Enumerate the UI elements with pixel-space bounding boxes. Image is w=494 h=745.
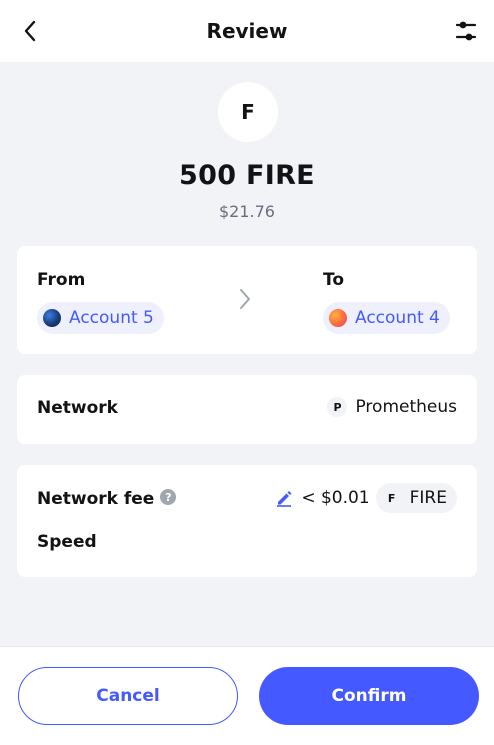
fee-token-pill[interactable]: F FIRE (375, 483, 457, 513)
to-account-pill[interactable]: Account 4 (323, 302, 450, 334)
sliders-icon (455, 21, 477, 41)
settings-button[interactable] (450, 15, 482, 47)
fee-card: Network fee? < $0.01 F FIRE Speed (17, 465, 477, 577)
network-value: P Prometheus (327, 397, 457, 417)
account-avatar-icon (43, 309, 61, 327)
page-title: Review (206, 19, 288, 43)
confirm-button[interactable]: Confirm (259, 667, 479, 725)
header: Review (0, 0, 494, 62)
to-label: To (323, 270, 345, 290)
back-button[interactable] (14, 16, 46, 46)
network-label: Network (37, 398, 118, 418)
fee-token-symbol: FIRE (409, 488, 447, 508)
speed-label: Speed (37, 532, 97, 552)
to-account-name: Account 4 (355, 308, 440, 328)
account-avatar-icon (329, 309, 347, 327)
chevron-right-icon (240, 289, 250, 309)
accounts-card: From Account 5 To Account 4 (17, 246, 477, 354)
info-icon[interactable]: ? (160, 489, 177, 505)
from-label: From (37, 270, 86, 290)
network-card: Network P Prometheus (17, 375, 477, 444)
network-name: Prometheus (355, 397, 457, 417)
from-account-pill[interactable]: Account 5 (37, 302, 164, 334)
network-fee-label: Network fee? (37, 489, 177, 509)
pencil-icon (277, 491, 292, 507)
network-fee-text: Network fee (37, 489, 155, 509)
token-badge-icon: F (381, 488, 402, 508)
token-avatar: F (218, 82, 278, 142)
chevron-left-icon (24, 20, 36, 42)
fee-amount: < $0.01 (301, 488, 370, 508)
transfer-amount: 500 FIRE (179, 160, 315, 191)
edit-gas-button[interactable] (275, 489, 293, 507)
footer: Cancel Confirm (0, 646, 494, 745)
fee-value: < $0.01 F FIRE (275, 483, 457, 513)
cancel-button[interactable]: Cancel (18, 667, 238, 725)
fiat-value: $21.76 (219, 202, 275, 221)
network-badge-icon: P (327, 397, 348, 417)
from-account-name: Account 5 (69, 308, 154, 328)
